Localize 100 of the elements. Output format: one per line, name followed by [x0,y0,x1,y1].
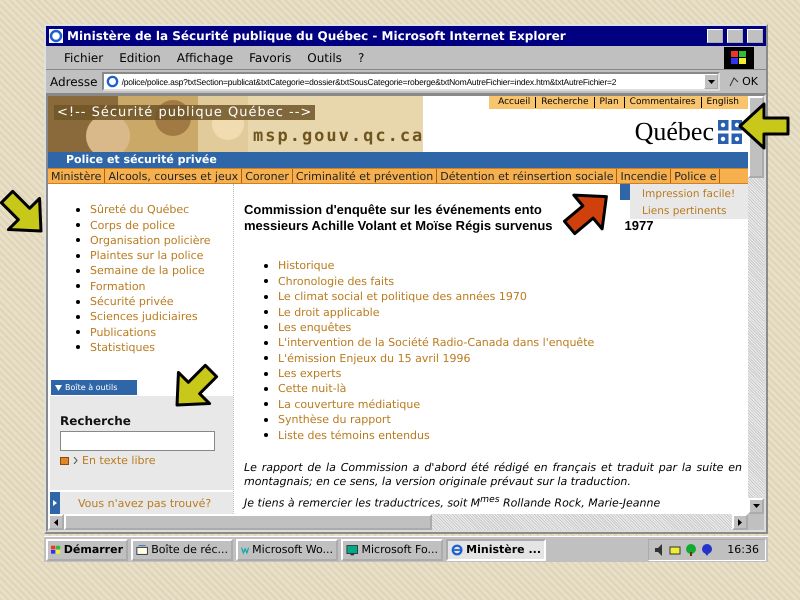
top-link[interactable]: Recherche [535,97,594,108]
content-link[interactable]: Liste des témoins entendus [278,428,430,442]
menu-item[interactable]: Fichier [58,48,110,66]
go-button[interactable]: OK [724,75,762,88]
top-link[interactable]: Commentaires [624,97,700,108]
banner-caption: <!-- Sécurité publique Québec --> [54,105,316,120]
page-heading: messieurs Achille Volant et Moïse Régis survenus [244,218,552,234]
nav-tab[interactable]: Criminalité et prévention [292,168,438,184]
content-link[interactable]: L'intervention de la Société Radio-Canada dans l'enquête [278,336,594,350]
pointer-arrow [562,194,608,236]
heading-year: 1977 [624,218,654,234]
nav-link[interactable]: Organisation policière [90,234,211,247]
bullet-icon [76,268,80,273]
window-title: Ministère de la Sécurité publique du Québec - Microsoft Internet Explorer [67,29,567,43]
caret-icon [738,518,742,526]
scroll-down-button[interactable] [748,498,764,514]
nav-link[interactable]: Corps de police [90,218,176,232]
scroll-right-button[interactable] [732,514,748,530]
tray-icon [669,544,682,556]
scroll-left-button[interactable] [48,514,64,530]
page-icon [106,75,119,88]
content-link[interactable]: Cette nuit-là [278,382,346,396]
bullet-icon [76,284,80,288]
menu-item[interactable]: Edition [113,48,167,66]
scroll-thumb[interactable] [64,514,432,530]
bullet-icon [264,325,268,330]
start-button[interactable]: Démarrer [46,538,128,560]
bullet-icon [76,254,80,258]
nav-tab[interactable]: Incendie [617,168,672,184]
not-found-link[interactable]: Vous n'avez pas trouvé? [50,492,233,514]
clock: 16:36 [727,543,759,556]
nav-tab[interactable]: Police e [671,168,720,184]
content-link[interactable]: Les experts [278,367,342,380]
quebec-wordmark: Québec [634,117,714,147]
content-link[interactable]: Synthèse du rapport [278,413,391,426]
nav-link[interactable]: Plaintes sur la police [90,249,204,262]
bullet-icon [264,264,268,268]
taskbar-button[interactable]: Microsoft Wo... [236,538,338,560]
square-icon [60,456,69,464]
nav-link[interactable]: Sécurité privée [90,295,174,308]
address-field[interactable]: /police/police.asp?txtSection=publicat&txtCategorie=dossier&txtSousCategorie=roberge&txtNomAutreFichier=index.htm&txtAutreFichier=2 [102,72,720,91]
scrollbar-corner [748,514,764,530]
caret-icon [752,504,760,508]
content-link[interactable]: Le climat social et politique des années 1970 [278,290,527,304]
toolbox-tab[interactable]: Boîte à outils [50,379,138,396]
flag-icon [718,120,742,144]
bullet-icon [264,372,268,376]
caret-icon [54,518,58,526]
search-link[interactable]: En texte libre [60,454,223,467]
content-link[interactable]: La couverture médiatique [278,398,420,411]
nav-link[interactable]: Sûreté du Québec [90,203,190,216]
nav-link[interactable]: Semaine de la police [90,264,205,278]
content-link[interactable]: Le droit applicable [278,306,380,319]
nav-link[interactable]: Publications [90,326,156,339]
nav-tab[interactable]: Ministère [48,168,106,184]
tree-icon [685,544,698,556]
taskbar-button[interactable]: Boîte de réc... [131,538,233,560]
paragraph: Le rapport de la Commission a d'abord été rédigé en français et traduit par la suite en montagnais; en ce sens, la version originale prévaut sur la traduction. [244,460,742,490]
menu-item[interactable]: Affichage [170,48,240,66]
bullet-icon [264,418,268,422]
taskbar-button[interactable]: Microsoft Fo... [341,538,443,560]
content-link[interactable]: Historique [278,259,334,272]
dropdown-button[interactable] [704,74,718,89]
content-link[interactable]: L'émission Enjeux du 15 avril 1996 [278,352,470,365]
bullet-icon [76,238,80,242]
pointer-arrow [176,364,218,406]
search-field[interactable] [60,431,215,451]
menu-item[interactable]: ? [352,48,370,66]
bullet-icon [76,314,80,319]
globe-icon [451,542,464,556]
top-link[interactable]: Accueil [493,97,536,108]
section-title: Police et sécurité privée [48,152,748,168]
search-label: Recherche [60,414,132,428]
site-name: msp.gouv.qc.ca [253,126,423,146]
triangle-icon [53,500,57,506]
tray-icon [136,542,148,556]
taskbar-button[interactable]: Ministère ... [446,538,546,560]
bullet-icon [76,345,80,350]
nav-link[interactable]: Statistiques [90,340,155,354]
nav-tab[interactable]: Alcools, courses et jeux [105,168,242,184]
top-link[interactable]: English [700,97,744,108]
globe-icon [49,29,63,43]
nav-tab[interactable]: Détention et réinsertion sociale [437,168,618,184]
menu-item[interactable]: Outils [301,48,348,66]
monitor-icon [346,542,358,556]
top-link[interactable]: Plan [594,97,624,108]
side-menu-link[interactable]: Liens pertinents [642,205,742,218]
bullet-icon [264,433,268,438]
nav-tab[interactable]: Coroner [242,168,293,184]
side-menu-link[interactable]: Impression facile! [642,188,742,200]
menu-item[interactable]: Favoris [243,48,298,66]
content-link[interactable]: Chronologie des faits [278,274,394,288]
nav-link[interactable]: Sciences judiciaires [90,310,198,324]
windows-flag-icon [731,50,747,64]
bullet-icon [264,402,268,406]
nav-link[interactable]: Formation [90,280,146,293]
page-heading: Commission d'enquête sur les événements ento [244,202,542,218]
bullet-icon [264,279,268,284]
content-link[interactable]: Les enquêtes [278,320,352,334]
pointer-arrow [738,102,790,150]
